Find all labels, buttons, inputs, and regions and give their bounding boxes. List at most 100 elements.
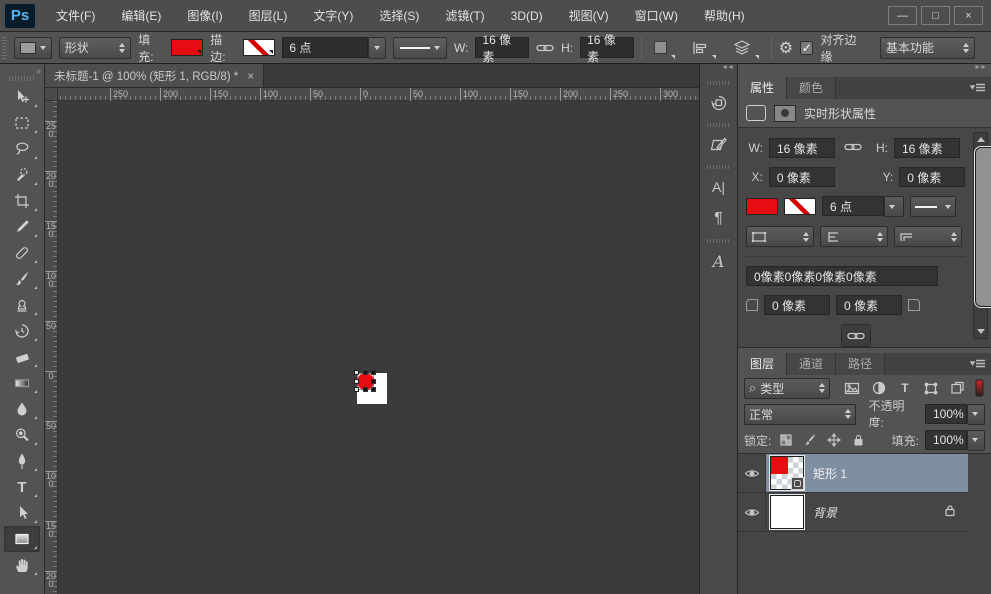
stroke-swatch[interactable] — [243, 39, 275, 56]
panel-menu-button[interactable] — [965, 77, 991, 99]
shape-width-input[interactable]: 16 像素 — [475, 37, 529, 58]
scrollbar-thumb[interactable] — [975, 147, 991, 307]
panel-menu-button[interactable] — [965, 353, 991, 375]
path-selection-tool[interactable] — [4, 500, 40, 526]
ruler-corner[interactable] — [45, 88, 58, 101]
tab-color[interactable]: 颜色 — [787, 77, 836, 99]
prop-stroke-width-input[interactable]: 6 点 — [822, 196, 884, 216]
tool-mode-select[interactable]: 形状 — [59, 37, 131, 59]
vertical-ruler[interactable]: 250 200 150 100 50 0 50 100 150 200 — [45, 101, 58, 594]
fill-swatch[interactable] — [171, 39, 203, 56]
menu-view[interactable]: 视图(V) — [556, 0, 622, 32]
brush-tool[interactable] — [4, 266, 40, 292]
align-edges-checkbox[interactable]: ✓ — [800, 41, 813, 55]
tab-layers[interactable]: 图层 — [738, 353, 787, 375]
lock-pixels-icon[interactable] — [801, 432, 819, 448]
scroll-up-icon[interactable] — [977, 137, 985, 142]
gradient-tool[interactable] — [4, 370, 40, 396]
layer-thumbnail[interactable] — [770, 495, 804, 529]
transform-handle[interactable] — [354, 370, 359, 375]
blend-mode-select[interactable]: 正常 — [744, 404, 856, 425]
dock-collapse-icon[interactable]: ◄◄ — [700, 64, 737, 77]
filter-pixel-layers-icon[interactable] — [842, 379, 862, 397]
shape-height-input[interactable]: 16 像素 — [580, 37, 634, 58]
menu-image[interactable]: 图像(I) — [174, 0, 235, 32]
corner-radius-a-input[interactable]: 0 像素 — [764, 295, 830, 315]
layer-row-background[interactable]: 背景 — [738, 493, 968, 532]
menu-3d[interactable]: 3D(D) — [498, 0, 556, 32]
clone-stamp-tool[interactable] — [4, 292, 40, 318]
horizontal-ruler[interactable]: 250 200 150 100 50 0 50 100 150 200 250 … — [58, 88, 699, 101]
document-close-icon[interactable]: × — [247, 69, 254, 83]
scroll-down-icon[interactable] — [977, 329, 985, 334]
prop-stroke-swatch[interactable] — [784, 198, 816, 215]
transform-handle[interactable] — [354, 379, 359, 384]
menu-select[interactable]: 选择(S) — [366, 0, 432, 32]
link-radii-button[interactable] — [841, 324, 871, 347]
fill-opacity-dropdown[interactable] — [967, 430, 985, 451]
menu-type[interactable]: 文字(Y) — [300, 0, 366, 32]
filter-type-layers-icon[interactable]: T — [895, 379, 915, 397]
menu-file[interactable]: 文件(F) — [43, 0, 108, 32]
character-styles-panel-icon[interactable]: A — [702, 245, 736, 277]
tool-preset-picker[interactable] — [14, 37, 52, 59]
layer-filter-select[interactable]: ⌕ 类型 — [744, 378, 830, 399]
stroke-caps-select[interactable] — [820, 226, 888, 247]
prop-y-input[interactable]: 0 像素 — [899, 167, 965, 187]
corner-radii-summary-input[interactable]: 0像素0像素0像素0像素 — [746, 266, 938, 286]
type-tool[interactable]: T — [4, 474, 40, 500]
workspace-switcher[interactable]: 基本功能 — [880, 37, 975, 59]
canvas-viewport[interactable]: 250 200 150 100 50 0 50 100 150 200 250 … — [45, 88, 699, 594]
geometry-options-gear-button[interactable]: ⚙ — [779, 38, 793, 58]
stroke-width-input[interactable]: 6 点 — [282, 37, 368, 58]
history-panel-icon[interactable] — [702, 87, 736, 119]
menu-window[interactable]: 窗口(W) — [622, 0, 691, 32]
link-dimensions-icon[interactable] — [844, 141, 862, 156]
filter-smart-objects-icon[interactable] — [947, 379, 967, 397]
layer-visibility-toggle[interactable] — [738, 493, 766, 531]
lasso-tool[interactable] — [4, 136, 40, 162]
hand-tool[interactable] — [4, 552, 40, 578]
tab-channels[interactable]: 通道 — [787, 353, 836, 375]
stroke-type-select[interactable] — [393, 37, 447, 59]
stroke-align-select[interactable] — [746, 226, 814, 247]
prop-height-input[interactable]: 16 像素 — [894, 138, 960, 158]
character-panel-icon[interactable]: A| — [702, 171, 736, 203]
menu-layer[interactable]: 图层(L) — [236, 0, 301, 32]
menu-edit[interactable]: 编辑(E) — [108, 0, 174, 32]
path-alignment-button[interactable] — [687, 37, 721, 59]
link-dimensions-icon[interactable] — [536, 42, 554, 54]
document-canvas[interactable] — [357, 373, 387, 404]
dodge-tool[interactable] — [4, 422, 40, 448]
minimize-button[interactable]: — — [888, 6, 917, 25]
crop-tool[interactable] — [4, 188, 40, 214]
notes-panel-icon[interactable] — [702, 129, 736, 161]
path-arrangement-button[interactable] — [728, 37, 764, 59]
document-tab[interactable]: 未标题-1 @ 100% (矩形 1, RGB/8) * × — [45, 64, 264, 87]
eraser-tool[interactable] — [4, 344, 40, 370]
layer-name[interactable]: 背景 — [813, 504, 837, 521]
prop-width-input[interactable]: 16 像素 — [769, 138, 835, 158]
panel-collapse-icon[interactable]: ►► — [738, 64, 991, 77]
menu-help[interactable]: 帮助(H) — [691, 0, 758, 32]
close-button[interactable]: × — [954, 6, 983, 25]
corner-radius-b-input[interactable]: 0 像素 — [836, 295, 902, 315]
lock-position-icon[interactable] — [825, 432, 843, 448]
filter-shape-layers-icon[interactable] — [921, 379, 941, 397]
prop-fill-swatch[interactable] — [746, 198, 778, 215]
menu-filter[interactable]: 滤镜(T) — [432, 0, 497, 32]
rectangular-marquee-tool[interactable] — [4, 110, 40, 136]
prop-stroke-width-dropdown[interactable] — [884, 196, 904, 217]
history-brush-tool[interactable] — [4, 318, 40, 344]
pen-tool[interactable] — [4, 448, 40, 474]
quick-selection-tool[interactable] — [4, 162, 40, 188]
move-tool[interactable] — [4, 84, 40, 110]
transform-handle[interactable] — [354, 387, 359, 392]
lock-transparency-icon[interactable] — [777, 432, 795, 448]
opacity-dropdown[interactable] — [967, 404, 985, 425]
properties-scrollbar[interactable] — [973, 132, 988, 339]
filter-adjustment-layers-icon[interactable] — [868, 379, 888, 397]
mask-thumbnail-icon[interactable] — [774, 105, 796, 122]
maximize-button[interactable]: □ — [921, 6, 950, 25]
stroke-width-dropdown[interactable] — [368, 37, 386, 59]
